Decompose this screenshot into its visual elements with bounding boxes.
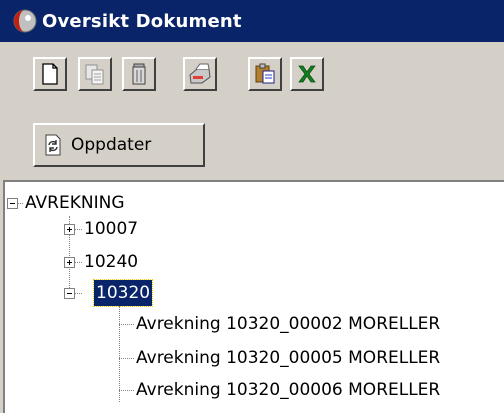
new-document-icon bbox=[42, 63, 58, 85]
paste-icon bbox=[255, 63, 275, 84]
tree-connector bbox=[119, 390, 134, 391]
tree-connector bbox=[75, 293, 82, 294]
tree-connector bbox=[75, 262, 82, 263]
excel-icon bbox=[298, 65, 316, 83]
tree-connector bbox=[18, 203, 23, 204]
copy-document-button[interactable] bbox=[78, 57, 112, 91]
tree-node-10007[interactable]: 10007 bbox=[84, 216, 138, 242]
tree-connector bbox=[119, 306, 120, 402]
toolbar bbox=[0, 42, 504, 110]
new-document-button[interactable] bbox=[33, 57, 67, 91]
title-bar: Oversikt Dokument bbox=[0, 0, 504, 42]
expand-10240-icon[interactable] bbox=[64, 257, 75, 268]
delete-button[interactable] bbox=[122, 57, 156, 91]
delete-icon bbox=[132, 63, 146, 85]
print-icon bbox=[189, 63, 211, 84]
print-button[interactable] bbox=[183, 57, 217, 91]
collapse-root-icon[interactable] bbox=[7, 198, 18, 209]
tree-node-10320-selected[interactable]: 10320 bbox=[92, 279, 154, 307]
paste-button[interactable] bbox=[248, 57, 282, 91]
refresh-button[interactable]: Oppdater bbox=[33, 123, 205, 167]
tree-leaf-document[interactable]: Avrekning 10320_00002 MORELLER bbox=[136, 311, 440, 337]
tree-root-node[interactable]: AVREKNING bbox=[25, 190, 125, 216]
excel-export-button[interactable] bbox=[290, 57, 324, 91]
app-icon bbox=[13, 9, 37, 33]
tree-connector bbox=[119, 324, 134, 325]
refresh-icon bbox=[45, 134, 61, 156]
refresh-label: Oppdater bbox=[71, 135, 152, 155]
collapse-10320-icon[interactable] bbox=[64, 288, 75, 299]
window-title: Oversikt Dokument bbox=[42, 10, 242, 32]
tree-leaf-document[interactable]: Avrekning 10320_00005 MORELLER bbox=[136, 345, 440, 371]
tree-connector bbox=[75, 229, 82, 230]
tree-connector bbox=[119, 358, 134, 359]
document-tree[interactable]: AVREKNING 10007 10240 10320 Avrekning 10… bbox=[3, 180, 504, 413]
tree-node-10240[interactable]: 10240 bbox=[84, 249, 138, 275]
expand-10007-icon[interactable] bbox=[64, 224, 75, 235]
copy-document-icon bbox=[85, 64, 104, 85]
tree-leaf-document[interactable]: Avrekning 10320_00006 MORELLER bbox=[136, 377, 440, 403]
